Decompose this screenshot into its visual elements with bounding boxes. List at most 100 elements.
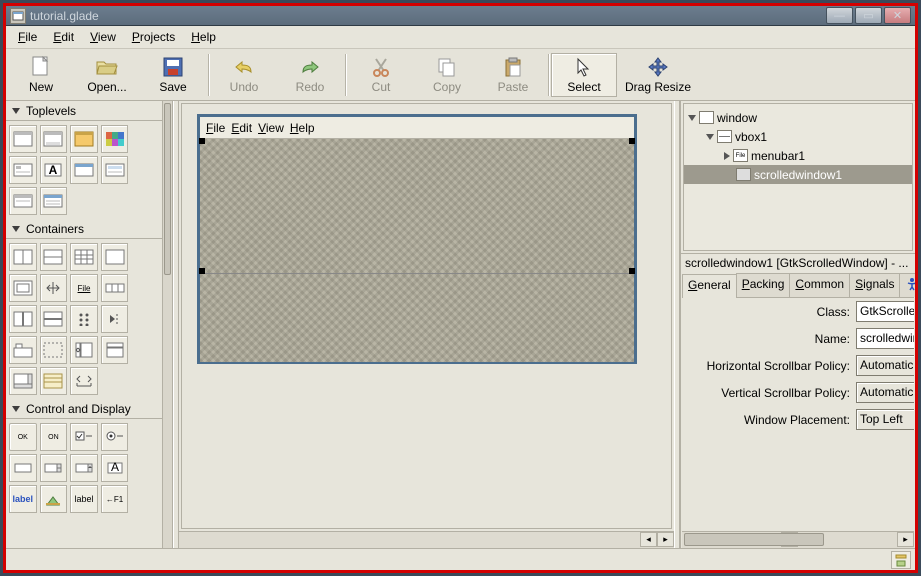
palette-item[interactable] [70,156,98,184]
scroll-left-icon[interactable]: ◂ [640,532,657,547]
palette-item[interactable] [40,274,68,302]
scroll-right-icon[interactable]: ▸ [657,532,674,547]
design-scrolledwindow[interactable] [200,139,634,274]
prop-hscroll-policy[interactable]: Automatic [856,355,914,376]
palette-item[interactable]: File [70,274,98,302]
palette-item[interactable]: A [101,454,129,482]
design-menu-help[interactable]: Help [290,121,315,135]
palette-scrollbar[interactable] [163,101,173,548]
palette-item[interactable] [9,305,37,333]
palette-item[interactable] [101,274,129,302]
design-canvas: File Edit View Help ◂ [179,101,674,548]
palette-item[interactable]: label [9,485,37,513]
tool-paste[interactable]: Paste [480,53,546,97]
palette-item[interactable]: OK [9,423,37,451]
palette-item[interactable] [101,243,129,271]
menu-view[interactable]: View [84,28,122,46]
tool-redo[interactable]: Redo [277,53,343,97]
palette-item[interactable]: ON [40,423,68,451]
tab-signals[interactable]: Signals [849,273,900,297]
palette-item[interactable] [101,156,129,184]
palette-item[interactable] [9,243,37,271]
design-menu-edit[interactable]: Edit [231,121,252,135]
palette-item[interactable] [70,125,98,153]
palette-item[interactable]: A [40,156,68,184]
palette-item[interactable] [40,485,68,513]
scroll-right-icon[interactable]: ▸ [897,532,914,547]
tool-open[interactable]: Open... [74,53,140,97]
palette-item[interactable] [101,336,129,364]
palette-item[interactable] [101,305,129,333]
tree-row[interactable]: vbox1 [684,127,912,146]
tree-row-selected[interactable]: scrolledwindow1 [684,165,912,184]
minimize-button[interactable]: — [826,7,853,24]
palette-item[interactable] [9,336,37,364]
tool-save[interactable]: Save [140,53,206,97]
tree-row[interactable]: window [684,108,912,127]
palette-item[interactable] [101,125,129,153]
palette-item[interactable] [70,243,98,271]
menu-help[interactable]: Help [185,28,222,46]
palette-item[interactable] [70,305,98,333]
design-menu-view[interactable]: View [258,121,284,135]
palette-section-control[interactable]: Control and Display [6,399,162,419]
palette-item[interactable] [40,243,68,271]
palette-item[interactable]: label [70,485,98,513]
palette-item[interactable] [40,336,68,364]
palette-item[interactable] [9,454,37,482]
palette-section-containers[interactable]: Containers [6,219,162,239]
palette-item[interactable] [40,305,68,333]
property-scrollbar-h[interactable]: ◂ ▸ [682,531,914,548]
canvas-scrollbar-h[interactable]: ◂ ▸ [179,531,674,548]
tool-cut[interactable]: Cut [348,53,414,97]
palette-item[interactable] [70,367,98,395]
drag-resize-icon [647,56,669,78]
prop-vscroll-policy[interactable]: Automatic [856,382,914,403]
tab-accessibility[interactable] [899,273,915,297]
design-menubar[interactable]: File Edit View Help [200,117,634,139]
palette-item[interactable] [9,156,37,184]
tool-select[interactable]: Select [551,53,617,97]
prop-class[interactable]: GtkScrolledWindow [856,301,914,322]
tab-general[interactable]: General [682,274,737,298]
tab-common[interactable]: Common [789,273,850,297]
tab-packing[interactable]: Packing [736,273,791,297]
svg-text:A: A [111,462,119,474]
menu-projects[interactable]: Projects [126,28,181,46]
cut-icon [370,56,392,78]
prop-window-placement[interactable]: Top Left [856,409,914,430]
widget-tree[interactable]: window vbox1 File menubar1 scrolledwindo… [683,103,913,251]
menubar-icon: File [733,149,748,162]
canvas-viewport[interactable]: File Edit View Help [181,103,672,529]
tool-drag-resize[interactable]: Drag Resize [617,53,699,97]
design-lower-slot[interactable] [200,274,634,362]
menu-edit[interactable]: Edit [47,28,80,46]
tool-copy[interactable]: Copy [414,53,480,97]
palette-item[interactable] [40,125,68,153]
design-window[interactable]: File Edit View Help [197,114,637,364]
palette-section-toplevels[interactable]: Toplevels [6,101,162,121]
tool-undo[interactable]: Undo [211,53,277,97]
palette-item[interactable]: ←F1 [101,485,129,513]
palette-item[interactable] [40,454,68,482]
palette-item[interactable] [101,423,129,451]
palette-item[interactable] [9,187,37,215]
maximize-button[interactable]: ▭ [855,7,882,24]
close-button[interactable]: ✕ [884,7,911,24]
palette-item[interactable] [70,423,98,451]
prop-name[interactable]: scrolledwindow1 [856,328,914,349]
menu-file[interactable]: File [12,28,43,46]
tool-new[interactable]: New [8,53,74,97]
toolbar: New Open... Save Undo Redo Cut Copy Past… [6,49,915,101]
palette-item[interactable] [40,367,68,395]
design-menu-file[interactable]: File [206,121,225,135]
tree-row[interactable]: File menubar1 [684,146,912,165]
svg-text:A: A [49,163,58,177]
palette-item[interactable] [70,454,98,482]
palette-item[interactable] [9,367,37,395]
palette-item[interactable] [9,125,37,153]
palette-item[interactable] [40,187,68,215]
palette-item[interactable] [9,274,37,302]
palette-item[interactable] [70,336,98,364]
status-icon[interactable] [891,551,911,569]
